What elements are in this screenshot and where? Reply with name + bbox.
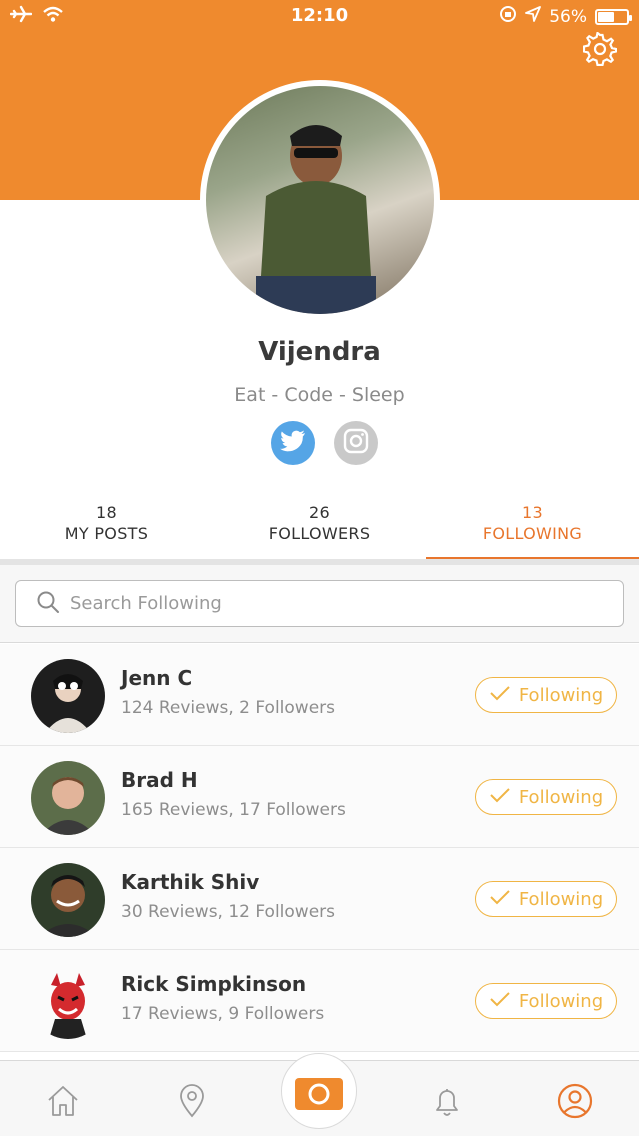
tab-my-posts[interactable]: 18 MY POSTS bbox=[0, 503, 213, 559]
list-item[interactable]: Karthik Shiv 30 Reviews, 12 Followers Fo… bbox=[0, 848, 639, 950]
following-list: Jenn C 124 Reviews, 2 Followers Followin… bbox=[0, 644, 639, 1052]
following-button-label: Following bbox=[518, 684, 604, 706]
following-button-label: Following bbox=[518, 888, 604, 910]
battery-icon bbox=[595, 8, 632, 25]
user-name: Jenn C bbox=[121, 666, 193, 690]
twitter-button[interactable] bbox=[271, 421, 315, 465]
followers-label: FOLLOWERS bbox=[268, 524, 371, 543]
gear-icon[interactable] bbox=[582, 31, 618, 67]
checkmark-icon bbox=[489, 991, 511, 1012]
profile-stats-tabs: 18 MY POSTS 26 FOLLOWERS 13 FOLLOWING bbox=[0, 503, 639, 559]
profile-icon[interactable] bbox=[555, 1081, 595, 1121]
list-item[interactable]: Jenn C 124 Reviews, 2 Followers Followin… bbox=[0, 644, 639, 746]
following-button[interactable]: Following bbox=[475, 779, 617, 815]
posts-count: 18 bbox=[96, 503, 117, 522]
twitter-icon bbox=[280, 430, 306, 456]
profile-bio: Eat - Code - Sleep bbox=[234, 384, 405, 406]
instagram-icon bbox=[343, 428, 369, 458]
status-bar: 12:10 56% bbox=[0, 0, 639, 34]
user-name: Rick Simpkinson bbox=[121, 972, 307, 996]
following-label: FOLLOWING bbox=[482, 524, 583, 543]
avatar bbox=[31, 659, 105, 733]
checkmark-icon bbox=[489, 889, 511, 910]
search-bar-container bbox=[0, 565, 639, 643]
user-stats: 165 Reviews, 17 Followers bbox=[121, 800, 346, 820]
following-count: 13 bbox=[522, 503, 543, 522]
search-box[interactable] bbox=[15, 580, 624, 627]
orientation-lock-icon bbox=[499, 5, 517, 28]
following-button-label: Following bbox=[518, 786, 604, 808]
avatar bbox=[31, 863, 105, 937]
home-icon[interactable] bbox=[43, 1081, 83, 1121]
following-button-label: Following bbox=[518, 990, 604, 1012]
user-name: Karthik Shiv bbox=[121, 870, 260, 894]
instagram-button[interactable] bbox=[334, 421, 378, 465]
following-button[interactable]: Following bbox=[475, 677, 617, 713]
list-item[interactable]: Rick Simpkinson 17 Reviews, 9 Followers … bbox=[0, 950, 639, 1052]
posts-label: MY POSTS bbox=[64, 524, 149, 543]
avatar bbox=[31, 761, 105, 835]
search-following-input[interactable] bbox=[70, 593, 570, 614]
location-arrow-icon bbox=[525, 6, 542, 27]
checkmark-icon bbox=[489, 685, 511, 706]
user-name: Brad H bbox=[121, 768, 198, 792]
following-button[interactable]: Following bbox=[475, 881, 617, 917]
list-item[interactable]: Brad H 165 Reviews, 17 Followers Followi… bbox=[0, 746, 639, 848]
following-button[interactable]: Following bbox=[475, 983, 617, 1019]
bell-icon[interactable] bbox=[427, 1081, 467, 1121]
followers-count: 26 bbox=[309, 503, 330, 522]
checkmark-icon bbox=[489, 787, 511, 808]
avatar-photo bbox=[256, 125, 376, 314]
user-stats: 124 Reviews, 2 Followers bbox=[121, 698, 336, 718]
battery-percent: 56% bbox=[549, 6, 587, 27]
profile-name: Vijendra bbox=[258, 337, 381, 367]
search-icon bbox=[36, 590, 60, 618]
map-pin-icon[interactable] bbox=[172, 1081, 212, 1121]
tab-followers[interactable]: 26 FOLLOWERS bbox=[213, 503, 426, 559]
user-stats: 17 Reviews, 9 Followers bbox=[121, 1004, 325, 1024]
profile-avatar[interactable] bbox=[206, 86, 434, 314]
tab-following[interactable]: 13 FOLLOWING bbox=[426, 503, 639, 559]
camera-icon bbox=[295, 1074, 343, 1110]
user-stats: 30 Reviews, 12 Followers bbox=[121, 902, 336, 922]
avatar bbox=[31, 965, 105, 1039]
